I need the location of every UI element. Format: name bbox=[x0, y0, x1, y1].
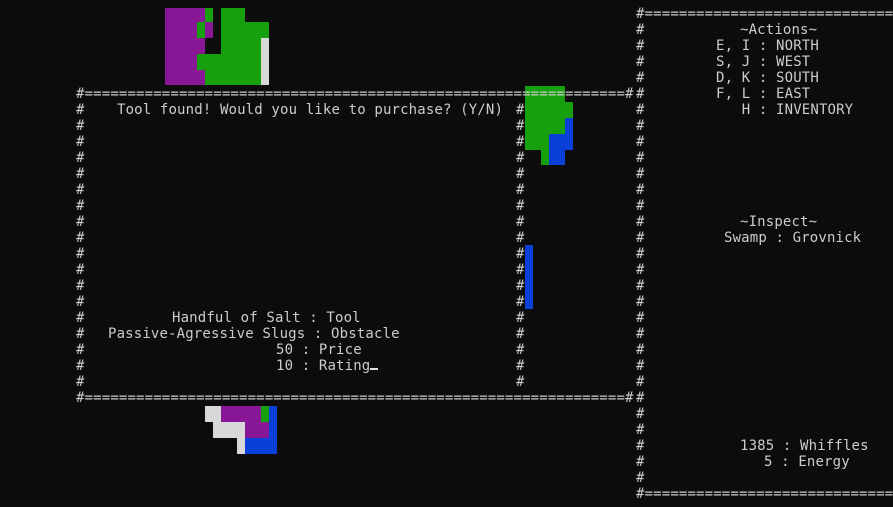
tile-region-white bbox=[205, 406, 221, 422]
tile-region-green bbox=[245, 22, 269, 38]
action-south: D, K : SOUTH bbox=[716, 70, 819, 86]
tile-region-dark bbox=[213, 8, 221, 54]
tile-region-green bbox=[525, 102, 573, 118]
inspect-value: Swamp : Grovnick bbox=[724, 230, 862, 246]
dialog-prompt: Tool found! Would you like to purchase? … bbox=[117, 102, 504, 118]
item-name-line: Handful of Salt : Tool bbox=[172, 310, 361, 326]
item-rating-text: 10 : Rating bbox=[276, 358, 371, 374]
item-obstacle-line: Passive-Agressive Slugs : Obstacle bbox=[108, 326, 400, 342]
dialog-border-left: # # # # # # # # # # # # # # # # # # bbox=[76, 102, 85, 390]
energy-counter: 5 : Energy bbox=[764, 454, 850, 470]
item-rating-line: 10 : Rating bbox=[276, 358, 379, 374]
tile-region-blue bbox=[269, 422, 277, 438]
sidebar-border-bottom: #================================= bbox=[636, 486, 893, 502]
sidebar-border-left: # # # # # # # # # # # # # # # # # # # # … bbox=[636, 22, 645, 486]
tile-region-green bbox=[205, 8, 213, 22]
tile-region-green bbox=[197, 22, 205, 38]
tile-region-white bbox=[237, 438, 245, 454]
tile-region-blue bbox=[269, 406, 277, 422]
actions-title: ~Actions~ bbox=[740, 22, 818, 38]
dialog-border-right: # # # # # # # # # # # # # # # # # # bbox=[516, 102, 525, 390]
whiffles-counter: 1385 : Whiffles bbox=[740, 438, 869, 454]
tile-region-blue bbox=[549, 134, 565, 165]
tile-region-green bbox=[245, 38, 261, 85]
tile-region-green bbox=[205, 54, 221, 85]
tile-region-blue bbox=[565, 118, 573, 150]
tile-region-purple bbox=[221, 406, 261, 422]
item-price-line: 50 : Price bbox=[276, 342, 362, 358]
tile-region-purple bbox=[245, 422, 269, 438]
dialog-border-bottom: #=======================================… bbox=[76, 390, 634, 406]
text-cursor[interactable] bbox=[370, 368, 379, 370]
tile-region-purple bbox=[205, 22, 213, 38]
tile-region-green bbox=[261, 406, 269, 422]
action-north: E, I : NORTH bbox=[716, 38, 819, 54]
dialog-border-top: #=======================================… bbox=[76, 86, 634, 102]
tile-region-green bbox=[221, 8, 245, 85]
tile-region-blue bbox=[525, 245, 533, 309]
tile-region-blue bbox=[245, 438, 277, 454]
sidebar-border-top: #================================= bbox=[636, 6, 893, 22]
tile-region-purple bbox=[165, 8, 205, 85]
tile-region-white bbox=[261, 38, 269, 85]
action-west: S, J : WEST bbox=[716, 54, 811, 70]
tile-region-green bbox=[541, 150, 549, 165]
action-inventory: H : INVENTORY bbox=[716, 102, 854, 118]
inspect-title: ~Inspect~ bbox=[740, 214, 818, 230]
tile-region-green bbox=[197, 54, 205, 70]
action-east: F, L : EAST bbox=[716, 86, 811, 102]
tile-region-white bbox=[213, 422, 245, 438]
